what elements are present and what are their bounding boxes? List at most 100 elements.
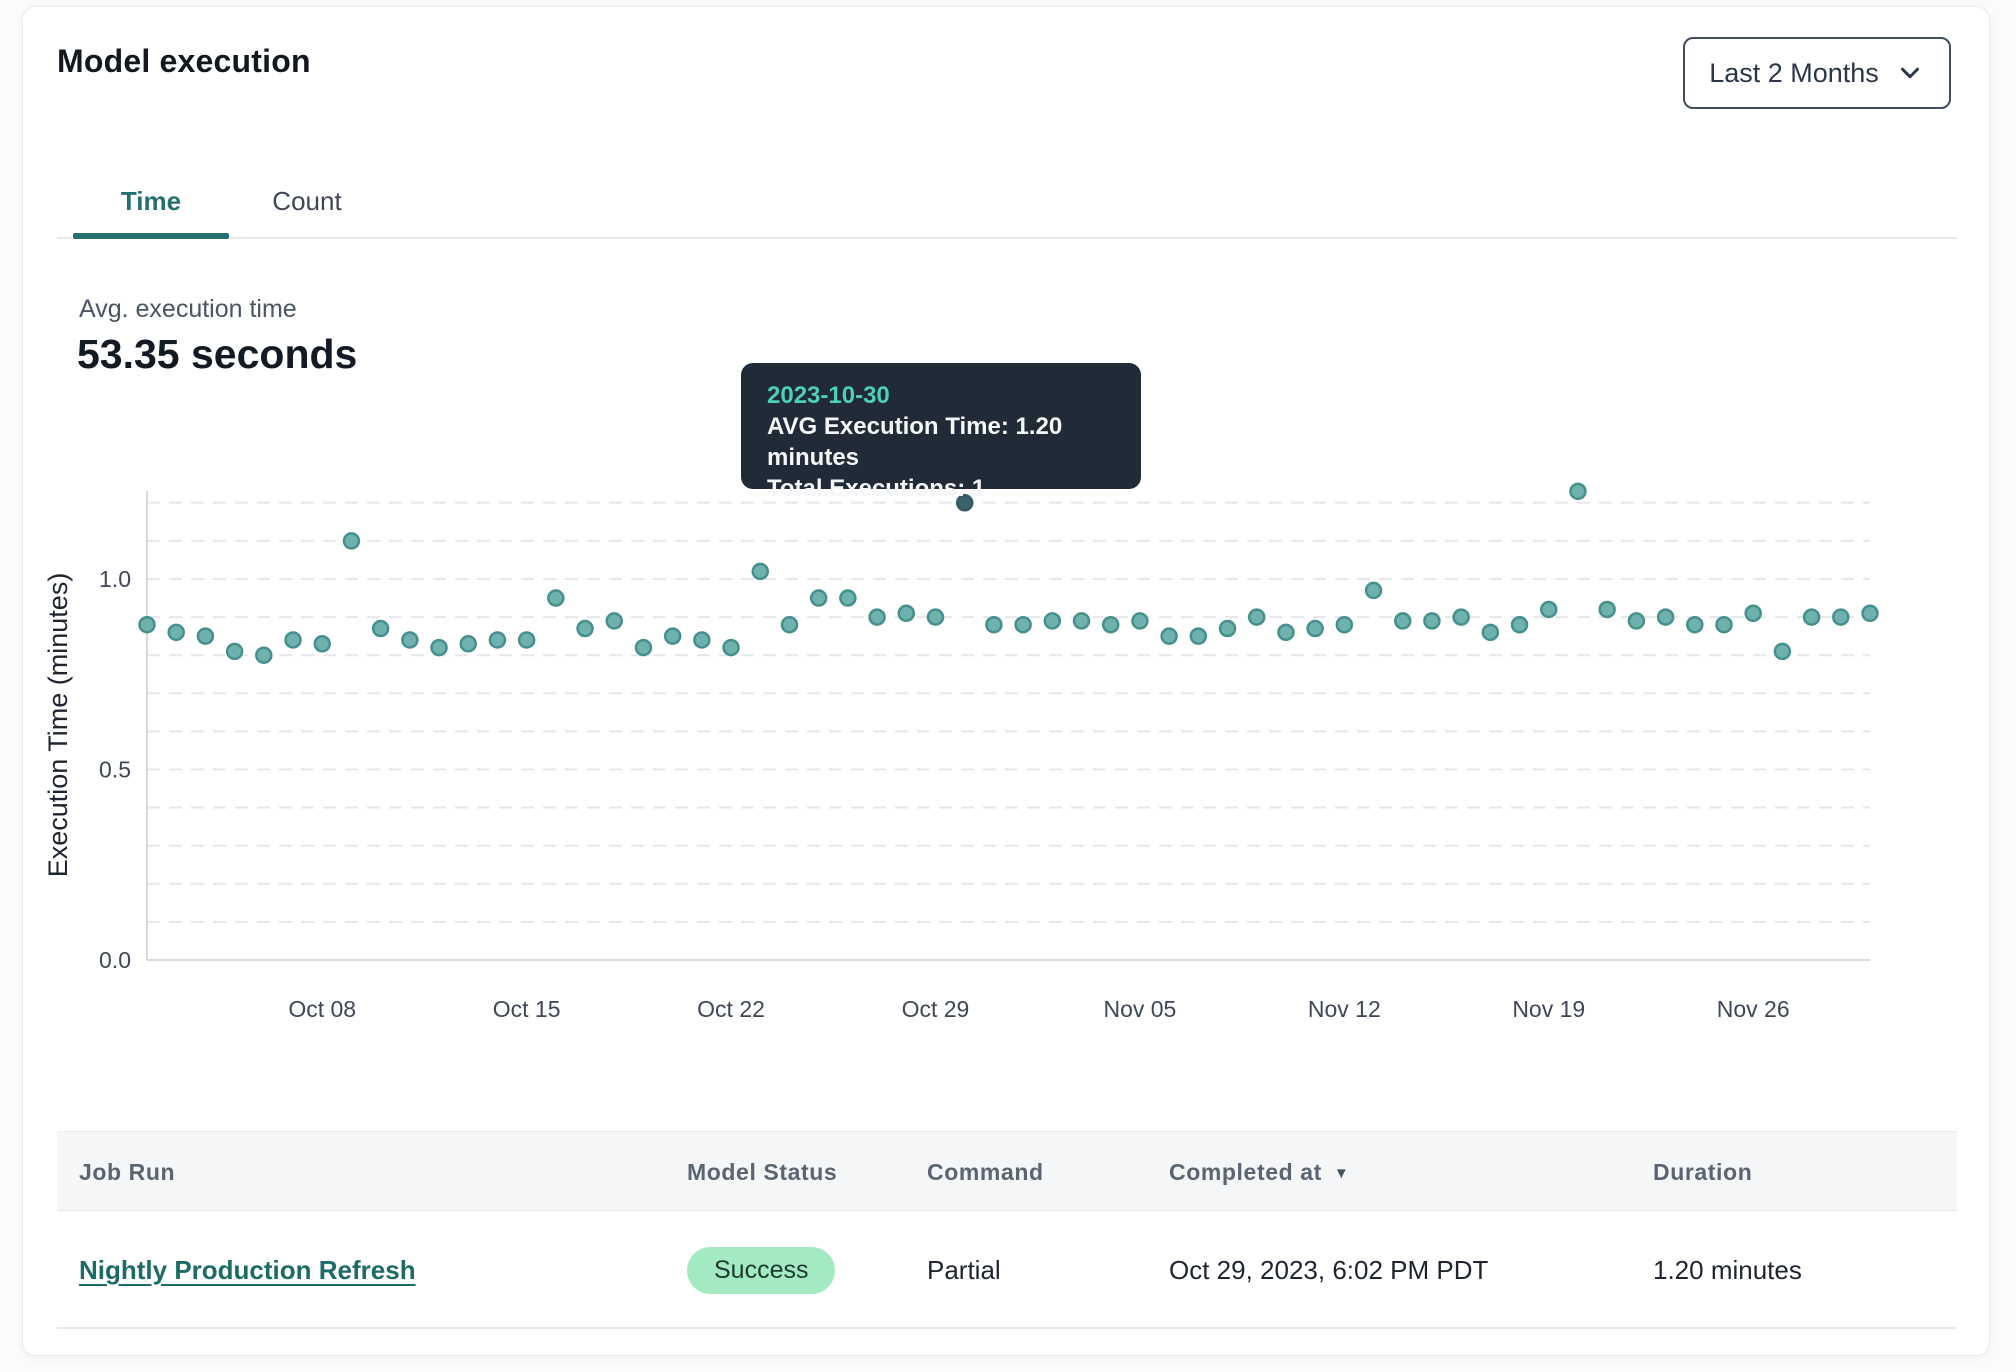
scatter-point[interactable] xyxy=(402,632,417,647)
scatter-point[interactable] xyxy=(665,629,680,644)
scatter-point[interactable] xyxy=(1863,606,1878,621)
y-tick-label: 0.0 xyxy=(99,947,131,973)
scatter-point[interactable] xyxy=(578,621,593,636)
scatter-point[interactable] xyxy=(432,640,447,655)
active-tab-indicator xyxy=(73,233,229,239)
chart-tabs: Time Count xyxy=(23,171,1991,243)
x-tick-label: Oct 22 xyxy=(697,996,765,1022)
period-selector-dropdown[interactable]: Last 2 Months xyxy=(1683,37,1951,109)
scatter-point[interactable] xyxy=(870,610,885,625)
scatter-point[interactable] xyxy=(227,644,242,659)
scatter-point[interactable] xyxy=(1424,613,1439,628)
scatter-point[interactable] xyxy=(1395,613,1410,628)
scatter-point[interactable] xyxy=(1249,610,1264,625)
avg-execution-time-value: 53.35 seconds xyxy=(77,331,357,378)
column-header-completed-at[interactable]: Completed at▼ xyxy=(1169,1132,1349,1212)
scatter-point[interactable] xyxy=(899,606,914,621)
y-axis-title: Execution Time (minutes) xyxy=(43,573,73,878)
column-header-command: Command xyxy=(927,1132,1044,1212)
scatter-point[interactable] xyxy=(782,617,797,632)
scatter-point[interactable] xyxy=(986,617,1001,632)
scatter-point[interactable] xyxy=(1687,617,1702,632)
scatter-point[interactable] xyxy=(1278,625,1293,640)
scatter-point[interactable] xyxy=(1775,644,1790,659)
scatter-point[interactable] xyxy=(1833,610,1848,625)
scatter-point[interactable] xyxy=(1337,617,1352,632)
scatter-point[interactable] xyxy=(1220,621,1235,636)
scatter-point[interactable] xyxy=(694,632,709,647)
column-header-job-run: Job Run xyxy=(79,1132,175,1212)
scatter-point[interactable] xyxy=(1103,617,1118,632)
scatter-point[interactable] xyxy=(1366,583,1381,598)
tab-time-label: Time xyxy=(121,186,181,216)
scatter-point[interactable] xyxy=(1716,617,1731,632)
scatter-point[interactable] xyxy=(256,648,271,663)
y-tick-label: 0.5 xyxy=(99,757,131,783)
scatter-point[interactable] xyxy=(140,617,155,632)
x-tick-label: Oct 15 xyxy=(493,996,561,1022)
scatter-point[interactable] xyxy=(461,636,476,651)
scatter-point[interactable] xyxy=(928,610,943,625)
scatter-point[interactable] xyxy=(1191,629,1206,644)
scatter-point[interactable] xyxy=(169,625,184,640)
scatter-point[interactable] xyxy=(1541,602,1556,617)
page-title: Model execution xyxy=(57,43,311,80)
scatter-point[interactable] xyxy=(1308,621,1323,636)
model-execution-card: Model execution Last 2 Months Time Count… xyxy=(22,6,1990,1356)
scatter-point[interactable] xyxy=(1512,617,1527,632)
tab-count-label: Count xyxy=(272,186,341,216)
tabs-divider xyxy=(57,237,1957,239)
scatter-point[interactable] xyxy=(1045,613,1060,628)
scatter-point[interactable] xyxy=(315,636,330,651)
duration-cell: 1.20 minutes xyxy=(1653,1211,1802,1329)
tab-count[interactable]: Count xyxy=(229,171,385,237)
column-header-duration: Duration xyxy=(1653,1132,1752,1212)
y-tick-label: 1.0 xyxy=(99,566,131,592)
scatter-point[interactable] xyxy=(286,632,301,647)
job-runs-table-header: Job Run Model Status Command Completed a… xyxy=(57,1131,1957,1211)
scatter-point[interactable] xyxy=(607,613,622,628)
scatter-point[interactable] xyxy=(1162,629,1177,644)
column-header-model-status: Model Status xyxy=(687,1132,837,1212)
completed-at-cell: Oct 29, 2023, 6:02 PM PDT xyxy=(1169,1211,1488,1329)
scatter-point[interactable] xyxy=(1629,613,1644,628)
chevron-down-icon xyxy=(1895,58,1925,88)
table-row: Nightly Production Refresh Success Parti… xyxy=(57,1211,1957,1329)
job-run-link[interactable]: Nightly Production Refresh xyxy=(79,1255,416,1286)
scatter-point[interactable] xyxy=(1600,602,1615,617)
command-cell: Partial xyxy=(927,1211,1001,1329)
scatter-chart-svg: 0.0 0.5 1.0 Oct 08 Oct 15 Oct 22 Oct 29 Nov 05 N… xyxy=(23,447,1991,1047)
scatter-point[interactable] xyxy=(753,564,768,579)
x-tick-label: Nov 05 xyxy=(1103,996,1176,1022)
scatter-point[interactable] xyxy=(1132,613,1147,628)
scatter-point[interactable] xyxy=(548,591,563,606)
scatter-point[interactable] xyxy=(840,591,855,606)
avg-execution-time-label: Avg. execution time xyxy=(79,295,297,324)
scatter-point[interactable] xyxy=(1483,625,1498,640)
x-tick-label: Oct 29 xyxy=(902,996,970,1022)
scatter-point[interactable] xyxy=(724,640,739,655)
scatter-point[interactable] xyxy=(811,591,826,606)
period-selector-label: Last 2 Months xyxy=(1709,58,1879,89)
scatter-point[interactable] xyxy=(344,533,359,548)
scatter-point[interactable] xyxy=(1074,613,1089,628)
scatter-point[interactable] xyxy=(1570,484,1585,499)
scatter-point[interactable] xyxy=(1016,617,1031,632)
scatter-point[interactable] xyxy=(636,640,651,655)
x-tick-label: Oct 08 xyxy=(288,996,356,1022)
scatter-point[interactable] xyxy=(373,621,388,636)
scatter-point[interactable] xyxy=(1658,610,1673,625)
scatter-point[interactable] xyxy=(1804,610,1819,625)
sort-desc-icon: ▼ xyxy=(1334,1134,1349,1214)
scatter-point[interactable] xyxy=(1454,610,1469,625)
scatter-point[interactable] xyxy=(1746,606,1761,621)
tab-time[interactable]: Time xyxy=(73,171,229,237)
tooltip-date: 2023-10-30 xyxy=(767,380,1115,411)
execution-time-scatter-chart[interactable]: 0.0 0.5 1.0 Oct 08 Oct 15 Oct 22 Oct 29 Nov 05 N… xyxy=(23,447,1991,1047)
scatter-point[interactable] xyxy=(490,632,505,647)
x-tick-label: Nov 26 xyxy=(1717,996,1790,1022)
scatter-point[interactable] xyxy=(519,632,534,647)
scatter-point[interactable] xyxy=(198,629,213,644)
x-tick-label: Nov 19 xyxy=(1512,996,1585,1022)
chart-tooltip: 2023-10-30 AVG Execution Time: 1.20 minu… xyxy=(741,363,1141,489)
